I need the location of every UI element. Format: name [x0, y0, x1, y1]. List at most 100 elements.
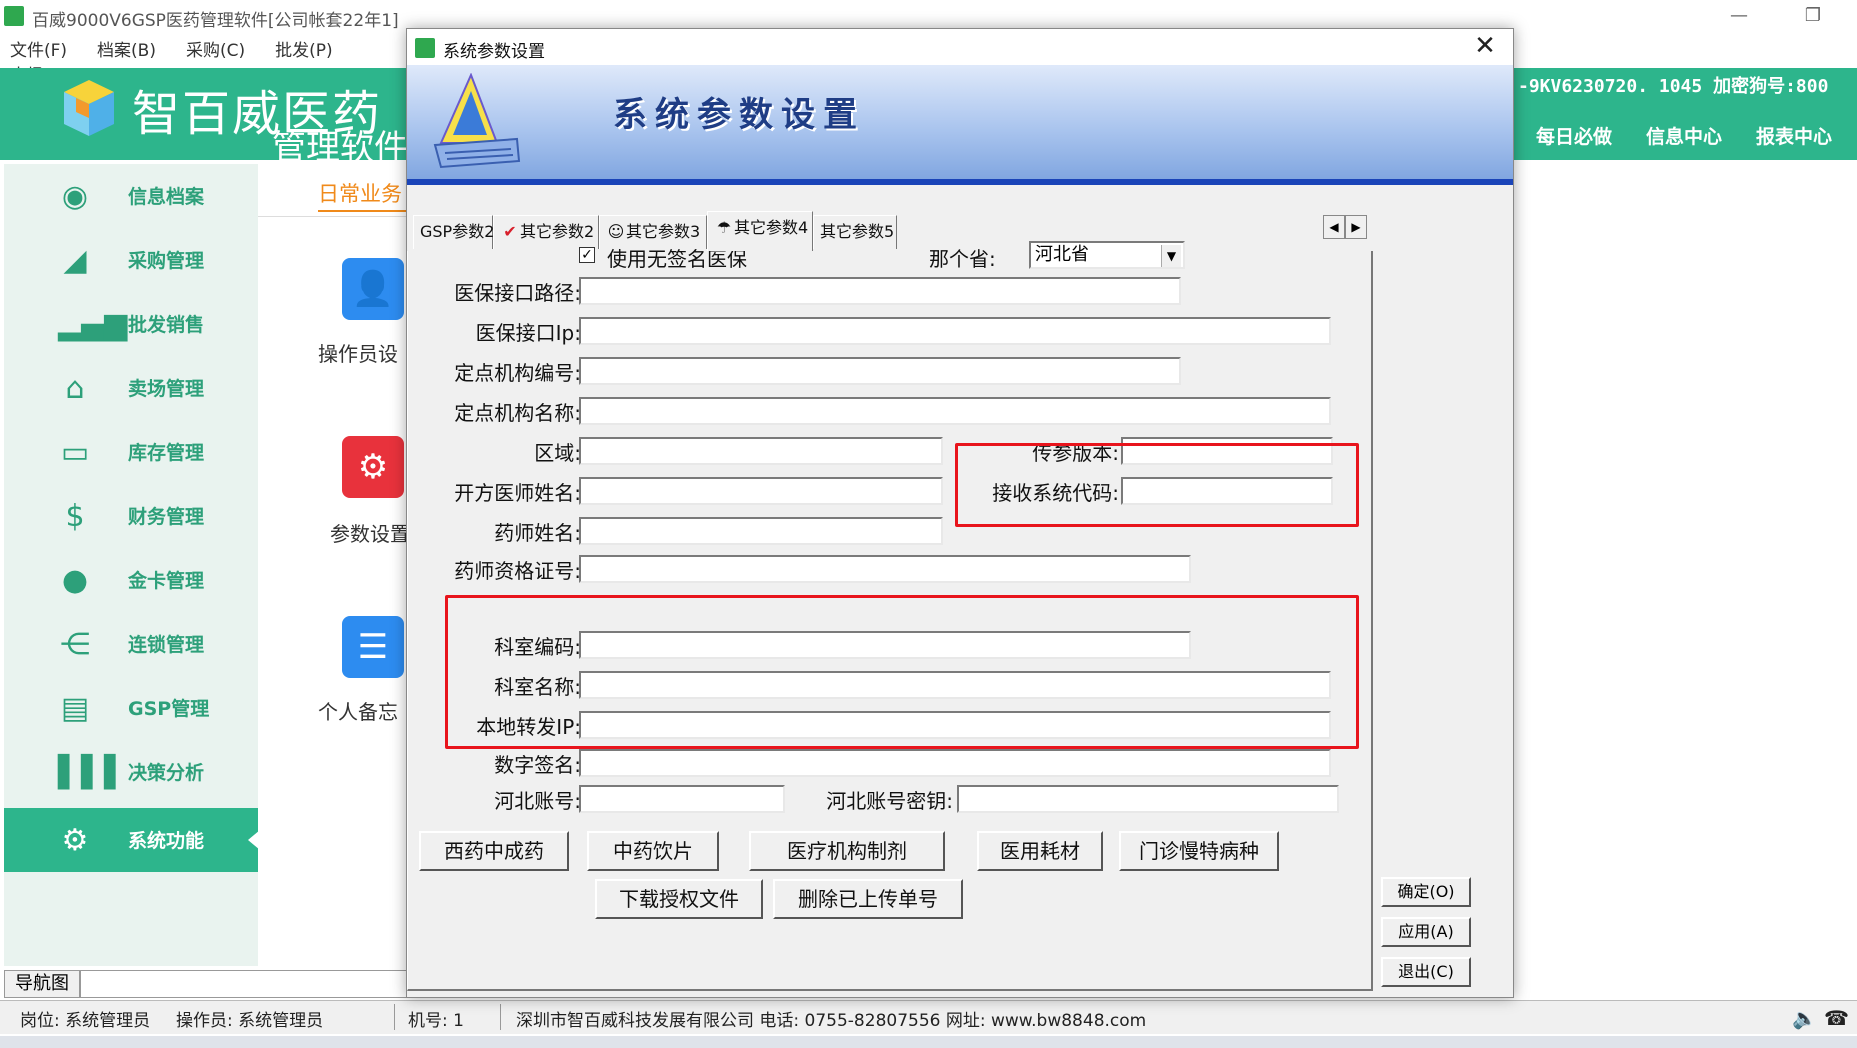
inbox-icon: ▭	[60, 435, 90, 470]
status-company: 深圳市智百威科技发展有限公司 电话: 0755-82807556 网址: www…	[516, 1011, 1147, 1031]
sidebar-item-label: 财务管理	[128, 506, 205, 528]
prescriber-name-field[interactable]	[579, 477, 943, 505]
system-params-dialog: 系统参数设置 ✕ 系统参数设置 GSP参数2 ✔ 其它参数2 ☺ 其它参数3 ☂ 其它…	[406, 28, 1514, 998]
prescriber-name-label: 开方医师姓名:	[454, 481, 581, 505]
menu-purchase[interactable]: 采购(C)	[176, 36, 245, 61]
agency-name-field[interactable]	[579, 397, 1331, 425]
confirm-button[interactable]: 确定(O)	[1381, 877, 1471, 907]
medical-preparation-button[interactable]: 医疗机构制剂	[749, 831, 945, 871]
umbrella-icon: ☂	[716, 218, 732, 237]
exit-button[interactable]: 退出(C)	[1381, 957, 1471, 987]
app-icon	[4, 6, 24, 26]
hebei-account-field[interactable]	[579, 785, 785, 813]
insurance-ip-label: 医保接口Ip:	[475, 321, 581, 345]
agency-name-label: 定点机构名称:	[454, 401, 581, 425]
nav-info-center[interactable]: 信息中心	[1646, 126, 1722, 148]
sidebar-item-system[interactable]: ⚙ 系统功能	[4, 808, 260, 872]
sidebar-item-label: GSP管理	[128, 698, 210, 720]
menu-wholesale[interactable]: 批发(P)	[265, 36, 333, 61]
serial-text: -9KV6230720. 1045 加密狗号:800	[1518, 76, 1829, 97]
apply-button[interactable]: 应用(A)	[1381, 917, 1471, 947]
chart-area-icon: ◢	[63, 243, 87, 278]
sidebar-item-label: 采购管理	[128, 250, 205, 272]
tile-label-operator[interactable]: 操作员设	[318, 338, 398, 367]
brand-logo-icon	[64, 80, 114, 136]
member-icon: ●	[61, 563, 89, 598]
tab-other-params-5[interactable]: 其它参数5	[813, 215, 897, 249]
notepad-icon[interactable]: ☰	[342, 616, 404, 678]
western-medicine-button[interactable]: 西药中成药	[419, 831, 569, 871]
phone-icon[interactable]: ☎	[1824, 1006, 1849, 1030]
chronic-disease-button[interactable]: 门诊慢特病种	[1119, 831, 1279, 871]
unsigned-insurance-checkbox[interactable]: ✓	[579, 247, 595, 263]
sidebar-item-purchase[interactable]: ◢ 采购管理	[4, 228, 258, 292]
user-icon[interactable]: 👤	[342, 258, 404, 320]
gear-icon[interactable]: ⚙	[342, 436, 404, 498]
sidebar-item-decision[interactable]: ▌▌▌ 决策分析	[4, 740, 258, 804]
pharmacist-name-label: 药师姓名:	[494, 521, 581, 545]
sidebar-item-chain[interactable]: ⋲ 连锁管理	[4, 612, 258, 676]
tab-gsp-params-2[interactable]: GSP参数2	[413, 215, 494, 249]
document-icon: ▤	[60, 691, 90, 726]
region-label: 区域:	[534, 441, 581, 465]
agency-code-field[interactable]	[579, 357, 1181, 385]
chinese-herb-button[interactable]: 中药饮片	[587, 831, 719, 871]
pharmacist-cert-field[interactable]	[579, 555, 1191, 583]
sidebar-item-store[interactable]: ⌂ 卖场管理	[4, 356, 258, 420]
medical-consumables-button[interactable]: 医用耗材	[977, 831, 1103, 871]
sidebar-item-info[interactable]: ◉ 信息档案	[4, 164, 258, 228]
scroll-right-icon[interactable]: ▶	[1345, 215, 1367, 239]
hebei-key-field[interactable]	[957, 785, 1339, 813]
tab-other-params-2[interactable]: ✔ 其它参数2	[493, 215, 599, 249]
sidebar-item-finance[interactable]: $ 财务管理	[4, 484, 258, 548]
sidebar-item-label: 卖场管理	[128, 378, 205, 400]
gear-icon: ⚙	[61, 823, 89, 858]
scroll-left-icon[interactable]: ◀	[1323, 215, 1345, 239]
tab-other-params-4[interactable]: ☂ 其它参数4	[707, 211, 813, 251]
menu-file[interactable]: 文件(F)	[0, 36, 67, 61]
speaker-icon[interactable]: 🔈	[1792, 1006, 1817, 1030]
tab-label: 其它参数5	[820, 222, 895, 241]
sidebar-item-inventory[interactable]: ▭ 库存管理	[4, 420, 258, 484]
province-selected-value: 河北省	[1035, 244, 1089, 265]
tile-label-params[interactable]: 参数设置	[330, 518, 410, 547]
hebei-account-label: 河北账号:	[494, 789, 581, 813]
highlight-box-department	[445, 595, 1359, 749]
nav-map-label[interactable]: 导航图	[4, 970, 80, 998]
keyboard-triangle-icon	[433, 73, 521, 169]
dialog-banner-title: 系统参数设置	[613, 95, 865, 135]
nav-report-center[interactable]: 报表中心	[1756, 126, 1832, 148]
check-icon: ✔	[503, 222, 517, 241]
close-icon[interactable]: ✕	[1465, 31, 1505, 63]
tab-scroller: ◀ ▶	[1323, 215, 1371, 239]
agency-code-label: 定点机构编号:	[454, 361, 581, 385]
sidebar: ◉ 信息档案 ◢ 采购管理 ▂▄▆ 批发销售 ⌂ 卖场管理 ▭ 库存管理 $ 财务管理 ● 金…	[4, 164, 260, 966]
digital-signature-field[interactable]	[579, 749, 1331, 777]
pharmacist-name-field[interactable]	[579, 517, 943, 545]
download-license-button[interactable]: 下载授权文件	[595, 879, 763, 919]
restore-icon[interactable]: ❐	[1790, 0, 1836, 32]
columns-chart-icon: ▌▌▌	[58, 755, 128, 790]
sidebar-item-card[interactable]: ● 金卡管理	[4, 548, 258, 612]
dollar-icon: $	[65, 499, 85, 534]
sidebar-item-wholesale[interactable]: ▂▄▆ 批发销售	[4, 292, 258, 356]
nav-map-field[interactable]	[80, 970, 408, 998]
minimize-icon[interactable]: —	[1716, 0, 1762, 32]
chevron-down-icon: ▼	[1161, 245, 1181, 267]
sidebar-item-gsp[interactable]: ▤ GSP管理	[4, 676, 258, 740]
insurance-path-field[interactable]	[579, 277, 1181, 305]
menu-archive[interactable]: 档案(B)	[87, 36, 156, 61]
province-select[interactable]: 河北省 ▼	[1029, 241, 1185, 269]
menubar: 文件(F)档案(B)采购(C)批发(P)卖场(S)	[0, 36, 420, 86]
tab-daily-business[interactable]: 日常业务	[318, 178, 402, 208]
delete-uploaded-button[interactable]: 删除已上传单号	[773, 879, 963, 919]
region-field[interactable]	[579, 437, 943, 465]
tab-underline	[318, 210, 408, 212]
tab-label: 其它参数3	[626, 222, 701, 241]
store-icon: ⌂	[65, 371, 85, 406]
user-circle-icon: ◉	[61, 179, 89, 214]
nav-daily-must[interactable]: 每日必做	[1536, 126, 1612, 148]
tile-label-memo[interactable]: 个人备忘	[318, 696, 398, 725]
insurance-ip-field[interactable]	[579, 317, 1331, 345]
sidebar-item-label: 库存管理	[128, 442, 205, 464]
